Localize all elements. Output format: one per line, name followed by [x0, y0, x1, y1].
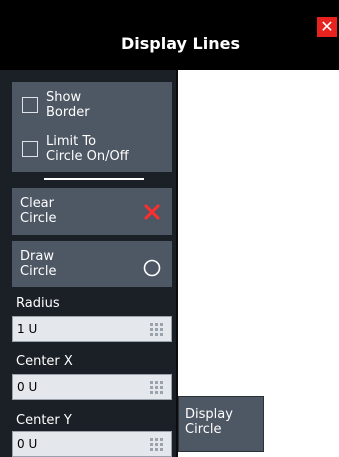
softkey-panel: Show Border Limit To Circle On/Off Clear… [0, 70, 178, 457]
show-border-checkbox[interactable] [22, 97, 38, 113]
keypad-grip-icon[interactable] [149, 322, 164, 337]
center-y-label: Center Y [16, 413, 72, 428]
close-icon: ✕ [320, 17, 334, 36]
display-circle-label: Display Circle [185, 407, 233, 437]
x-icon [144, 204, 160, 220]
show-border-label: Show Border [46, 90, 90, 120]
clear-circle-label: Clear Circle [20, 196, 57, 226]
clear-circle-button[interactable]: Clear Circle [12, 188, 172, 235]
radius-value: 1 U [17, 322, 38, 336]
limit-to-circle-checkbox[interactable] [22, 141, 38, 157]
radius-label: Radius [16, 296, 60, 311]
keypad-grip-icon[interactable] [149, 437, 164, 452]
limit-to-circle-label: Limit To Circle On/Off [46, 134, 129, 164]
display-circle-button[interactable]: Display Circle [178, 396, 264, 452]
center-x-value: 0 U [17, 380, 38, 394]
center-y-input[interactable]: 0 U [12, 431, 172, 457]
show-border-button[interactable]: Show Border [12, 82, 172, 128]
limit-to-circle-button[interactable]: Limit To Circle On/Off [12, 126, 172, 172]
keypad-grip-icon[interactable] [149, 380, 164, 395]
radius-input[interactable]: 1 U [12, 316, 172, 342]
center-y-value: 0 U [17, 437, 38, 451]
dialog-title: Display Lines [121, 34, 240, 53]
circle-icon [143, 259, 161, 277]
center-x-label: Center X [16, 354, 73, 369]
divider [44, 178, 144, 180]
close-button[interactable]: ✕ [317, 17, 337, 37]
dialog-header: Display Lines ✕ [0, 0, 339, 70]
center-x-input[interactable]: 0 U [12, 374, 172, 400]
draw-circle-button[interactable]: Draw Circle [12, 241, 172, 287]
draw-circle-label: Draw Circle [20, 249, 57, 279]
